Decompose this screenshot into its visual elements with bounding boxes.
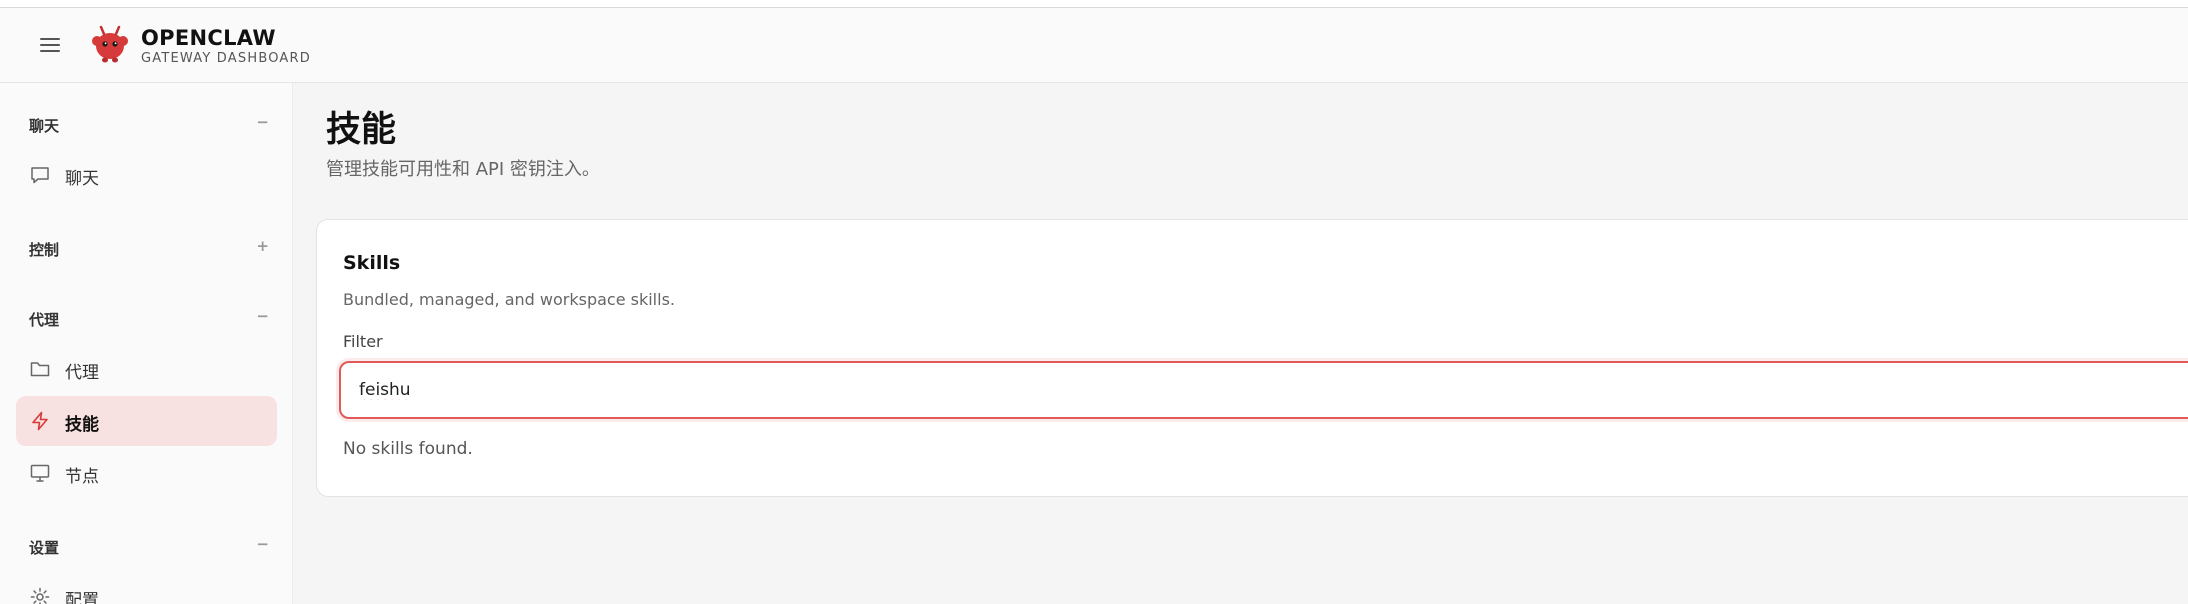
app-title: OPENCLAW — [141, 26, 276, 50]
skills-card: Skills Bundled, managed, and workspace s… — [316, 219, 2188, 497]
page-title: 技能 — [326, 110, 397, 150]
app-subtitle: GATEWAY DASHBOARD — [141, 51, 311, 66]
monitor-icon — [30, 464, 50, 482]
sidebar-item-skills[interactable]: 技能 — [16, 396, 277, 446]
gear-icon — [30, 587, 50, 604]
folder-icon — [30, 362, 50, 377]
menu-icon[interactable] — [38, 34, 62, 56]
card-title: Skills — [343, 252, 401, 274]
sidebar-group-label: 设置 — [29, 539, 60, 557]
sidebar-group-settings[interactable]: 设置 − — [29, 535, 269, 559]
lightning-icon — [32, 411, 48, 431]
chat-icon — [31, 167, 49, 184]
sidebar-item-config[interactable]: 配置 — [16, 572, 277, 604]
sidebar-group-label: 代理 — [29, 311, 60, 329]
empty-state-message: No skills found. — [343, 439, 473, 459]
collapse-icon[interactable]: − — [256, 113, 269, 131]
sidebar-item-agents[interactable]: 代理 — [16, 344, 277, 394]
filter-input[interactable] — [359, 377, 1559, 403]
sidebar-group-label: 控制 — [29, 241, 60, 259]
sidebar-item-label: 技能 — [65, 415, 99, 435]
sidebar-item-label: 配置 — [65, 591, 99, 604]
filter-label: Filter — [343, 332, 383, 351]
sidebar-item-nodes[interactable]: 节点 — [16, 448, 277, 498]
sidebar-item-label: 代理 — [65, 363, 99, 383]
main-content: 技能 管理技能可用性和 API 密钥注入。 Skills Bundled, ma… — [294, 83, 2188, 604]
filter-input-box[interactable] — [339, 361, 2188, 419]
sidebar-item-label: 聊天 — [65, 169, 99, 189]
card-subtitle: Bundled, managed, and workspace skills. — [343, 290, 675, 309]
top-border — [0, 0, 2188, 8]
page-subtitle: 管理技能可用性和 API 密钥注入。 — [326, 159, 600, 180]
sidebar-item-chat[interactable]: 聊天 — [16, 150, 277, 200]
expand-icon[interactable]: + — [256, 237, 269, 255]
sidebar-group-label: 聊天 — [29, 117, 60, 135]
collapse-icon[interactable]: − — [256, 535, 269, 553]
collapse-icon[interactable]: − — [256, 307, 269, 325]
sidebar: 聊天 − 聊天 控制 + 代理 − 代理 技能 节点 设置 − 配置 — [0, 83, 293, 604]
sidebar-group-control[interactable]: 控制 + — [29, 237, 269, 261]
openclaw-logo-icon — [92, 25, 128, 63]
sidebar-group-agents[interactable]: 代理 − — [29, 307, 269, 331]
app-header: OPENCLAW GATEWAY DASHBOARD — [0, 8, 2188, 83]
sidebar-group-chat[interactable]: 聊天 − — [29, 113, 269, 137]
sidebar-item-label: 节点 — [65, 467, 99, 487]
